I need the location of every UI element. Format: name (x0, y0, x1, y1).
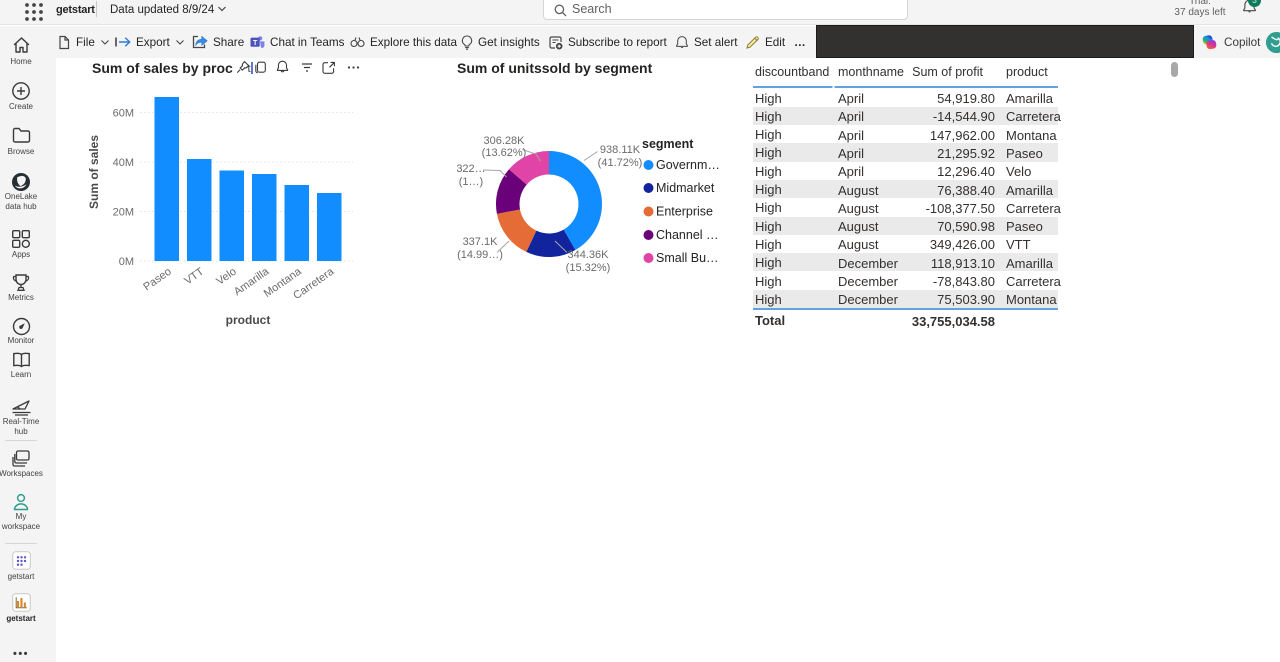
svg-text:Small Bu…: Small Bu… (656, 251, 719, 265)
svg-text:0M: 0M (119, 256, 134, 268)
svg-text:322…: 322… (456, 163, 485, 175)
svg-text:20M: 20M (113, 207, 134, 219)
svg-text:(15.32%): (15.32%) (566, 262, 611, 274)
svg-text:306.28K: 306.28K (484, 135, 526, 147)
svg-text:VTT: VTT (182, 265, 206, 287)
svg-text:Paseo: Paseo (141, 266, 173, 294)
svg-text:product: product (226, 313, 271, 327)
svg-text:Governm…: Governm… (656, 158, 720, 172)
svg-text:60M: 60M (113, 108, 134, 120)
svg-text:Channel …: Channel … (656, 228, 719, 242)
svg-text:Enterprise: Enterprise (656, 205, 713, 219)
svg-text:Velo: Velo (214, 266, 238, 288)
svg-text:Sum of sales: Sum of sales (87, 135, 101, 209)
svg-text:Midmarket: Midmarket (656, 181, 715, 195)
svg-text:(14.99…): (14.99…) (457, 249, 503, 261)
svg-text:(41.72%): (41.72%) (598, 157, 643, 169)
svg-text:segment: segment (642, 137, 694, 151)
svg-text:40M: 40M (113, 157, 134, 169)
svg-text:T: T (253, 39, 258, 46)
svg-text:938.11K: 938.11K (600, 144, 641, 156)
svg-text:337.1K: 337.1K (463, 236, 499, 248)
svg-text:344.36K: 344.36K (568, 249, 610, 261)
svg-text:(1…): (1…) (459, 176, 483, 188)
svg-text:(13.62%): (13.62%) (482, 147, 527, 159)
